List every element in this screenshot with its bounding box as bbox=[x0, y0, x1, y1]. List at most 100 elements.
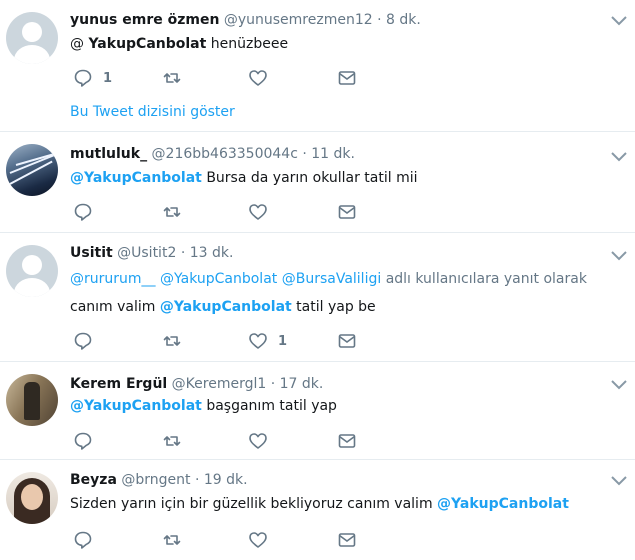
like-icon bbox=[249, 70, 267, 86]
separator-dot: · bbox=[302, 146, 307, 162]
message-icon bbox=[338, 434, 356, 448]
retweet-button[interactable] bbox=[162, 530, 182, 550]
tweet-text: @YakupCanbolat Bursa da yarın okullar ta… bbox=[70, 170, 418, 186]
tweet-text-body: canım valim bbox=[70, 299, 160, 315]
message-button[interactable] bbox=[337, 530, 357, 550]
user-name[interactable]: Beyza bbox=[70, 472, 117, 488]
reply-icon bbox=[74, 531, 92, 549]
tweet-header: Usitit @Usitit2 · 13 dk. bbox=[70, 245, 233, 261]
timestamp[interactable]: 13 dk. bbox=[190, 245, 234, 261]
tweet-text-body: Sizden yarın için bir güzellik bekliyoru… bbox=[70, 496, 438, 512]
reply-mention[interactable]: @rururum__ bbox=[70, 271, 156, 287]
tweet[interactable]: Kerem Ergül @Keremergl1 · 17 dk. @YakupC… bbox=[0, 362, 635, 460]
tweet[interactable]: Usitit @Usitit2 · 13 dk. @rururum__ @Yak… bbox=[0, 233, 635, 362]
user-handle[interactable]: @yunusemrezmen12 bbox=[224, 12, 373, 28]
tweet-header: yunus emre özmen @yunusemrezmen12 · 8 dk… bbox=[70, 12, 421, 28]
avatar[interactable] bbox=[6, 12, 58, 64]
like-button[interactable]: 1 bbox=[248, 331, 287, 351]
separator-dot: · bbox=[194, 472, 200, 488]
timestamp[interactable]: 8 dk. bbox=[386, 12, 421, 28]
user-handle[interactable]: @216bb463350044c bbox=[152, 146, 298, 162]
tweet-text-body: başganım tatil yap bbox=[201, 398, 337, 414]
reply-count: 1 bbox=[103, 70, 113, 86]
timestamp[interactable]: 17 dk. bbox=[280, 376, 324, 392]
tweet-text-body: tatil yap be bbox=[291, 299, 376, 315]
retweet-button[interactable] bbox=[162, 202, 182, 222]
tweet[interactable]: Beyza @brngent · 19 dk. Sizden yarın içi… bbox=[0, 460, 635, 560]
separator-dot: · bbox=[180, 245, 186, 261]
chevron-down-icon[interactable] bbox=[610, 249, 628, 261]
retweet-icon bbox=[163, 207, 181, 217]
like-button[interactable] bbox=[248, 202, 268, 222]
avatar[interactable] bbox=[6, 144, 58, 196]
tweet-text: @YakupCanbolat başganım tatil yap bbox=[70, 398, 337, 414]
reply-button[interactable]: 1 bbox=[73, 68, 112, 88]
at-sign: @ bbox=[70, 36, 84, 52]
tweet-header: Kerem Ergül @Keremergl1 · 17 dk. bbox=[70, 376, 323, 392]
message-button[interactable] bbox=[337, 202, 357, 222]
reply-context: @rururum__ @YakupCanbolat @BursaValiligi… bbox=[70, 271, 587, 287]
reply-context-label: adlı kullanıcılara yanıt olarak bbox=[385, 271, 587, 287]
like-icon bbox=[249, 204, 267, 220]
chevron-down-icon[interactable] bbox=[610, 150, 628, 162]
mention-link[interactable]: @YakupCanbolat bbox=[70, 398, 202, 414]
like-icon bbox=[249, 333, 267, 349]
retweet-icon bbox=[163, 436, 181, 446]
reply-icon bbox=[74, 69, 92, 87]
user-name[interactable]: Usitit bbox=[70, 245, 113, 261]
reply-button[interactable] bbox=[73, 431, 93, 451]
user-name[interactable]: mutluluk_ bbox=[70, 146, 147, 162]
retweet-icon bbox=[163, 73, 181, 83]
tweet-header: Beyza @brngent · 19 dk. bbox=[70, 472, 248, 488]
retweet-button[interactable] bbox=[162, 331, 182, 351]
retweet-icon bbox=[163, 336, 181, 346]
reply-button[interactable] bbox=[73, 331, 93, 351]
mention-link[interactable]: @YakupCanbolat bbox=[160, 299, 292, 315]
tweet-text-body: henüzbeee bbox=[206, 36, 289, 52]
tweet-header: mutluluk_ @216bb463350044c · 11 dk. bbox=[70, 146, 355, 162]
like-button[interactable] bbox=[248, 68, 268, 88]
timeline: yunus emre özmen @yunusemrezmen12 · 8 dk… bbox=[0, 0, 635, 560]
tweet-text-body: Bursa da yarın okullar tatil mii bbox=[201, 170, 418, 186]
tweet-text: @ YakupCanbolat henüzbeee bbox=[70, 36, 288, 52]
show-thread-link[interactable]: Bu Tweet dizisini göster bbox=[70, 104, 235, 120]
mention-link[interactable]: YakupCanbolat bbox=[88, 36, 206, 52]
reply-icon bbox=[74, 203, 92, 221]
message-icon bbox=[338, 334, 356, 348]
tweet[interactable]: yunus emre özmen @yunusemrezmen12 · 8 dk… bbox=[0, 0, 635, 132]
reply-button[interactable] bbox=[73, 202, 93, 222]
separator-dot: · bbox=[270, 376, 276, 392]
user-handle[interactable]: @Usitit2 bbox=[117, 245, 176, 261]
message-icon bbox=[338, 533, 356, 547]
mention-link[interactable]: @YakupCanbolat bbox=[437, 496, 569, 512]
tweet[interactable]: mutluluk_ @216bb463350044c · 11 dk. @Yak… bbox=[0, 132, 635, 233]
avatar[interactable] bbox=[6, 472, 58, 524]
avatar[interactable] bbox=[6, 374, 58, 426]
user-name[interactable]: yunus emre özmen bbox=[70, 12, 219, 28]
user-name[interactable]: Kerem Ergül bbox=[70, 376, 167, 392]
message-icon bbox=[338, 205, 356, 219]
like-icon bbox=[249, 532, 267, 548]
chevron-down-icon[interactable] bbox=[610, 474, 628, 486]
reply-mention[interactable]: @YakupCanbolat bbox=[160, 271, 277, 287]
message-icon bbox=[338, 71, 356, 85]
user-handle[interactable]: @Keremergl1 bbox=[172, 376, 267, 392]
message-button[interactable] bbox=[337, 331, 357, 351]
chevron-down-icon[interactable] bbox=[610, 14, 628, 26]
user-handle[interactable]: @brngent bbox=[121, 472, 190, 488]
message-button[interactable] bbox=[337, 431, 357, 451]
reply-icon bbox=[74, 332, 92, 350]
timestamp[interactable]: 11 dk. bbox=[311, 146, 355, 162]
like-button[interactable] bbox=[248, 431, 268, 451]
message-button[interactable] bbox=[337, 68, 357, 88]
retweet-button[interactable] bbox=[162, 68, 182, 88]
reply-button[interactable] bbox=[73, 530, 93, 550]
reply-mention[interactable]: @BursaValiligi bbox=[282, 271, 382, 287]
retweet-button[interactable] bbox=[162, 431, 182, 451]
mention-link[interactable]: @YakupCanbolat bbox=[70, 170, 202, 186]
chevron-down-icon[interactable] bbox=[610, 378, 628, 390]
separator-dot: · bbox=[377, 12, 382, 28]
timestamp[interactable]: 19 dk. bbox=[204, 472, 248, 488]
avatar[interactable] bbox=[6, 245, 58, 297]
like-button[interactable] bbox=[248, 530, 268, 550]
